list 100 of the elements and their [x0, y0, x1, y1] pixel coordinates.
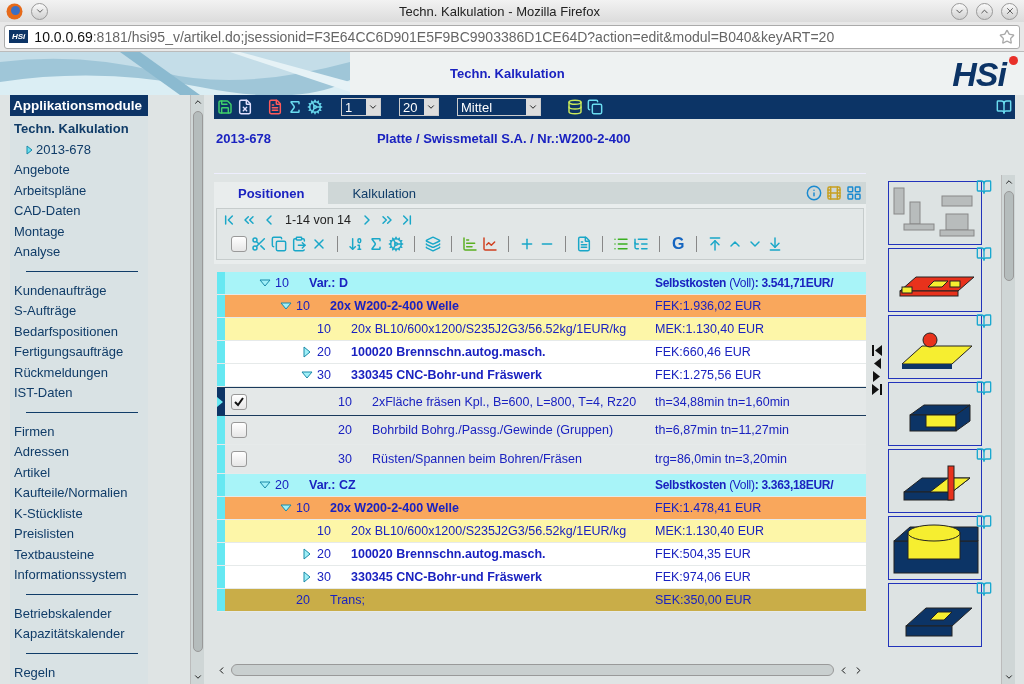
first-icon[interactable]	[871, 344, 882, 356]
scrollbar-thumb[interactable]	[1003, 191, 1014, 281]
add-icon[interactable]	[519, 236, 535, 252]
book-icon[interactable]	[975, 246, 992, 262]
part-thumbnail[interactable]	[887, 583, 982, 647]
caret-down-icon[interactable]	[1003, 672, 1014, 682]
book-icon[interactable]	[975, 447, 992, 463]
dropdown[interactable]: 1	[341, 98, 381, 116]
maximize-button[interactable]	[976, 2, 993, 20]
sidebar-item[interactable]: S-Aufträge	[10, 301, 148, 322]
book-icon[interactable]	[975, 313, 992, 329]
sidebar-item[interactable]: Kundenaufträge	[10, 280, 148, 301]
gears-icon[interactable]	[307, 99, 323, 115]
info-icon[interactable]	[805, 185, 822, 201]
variant-row[interactable]: 10 Var.: D Selbstkosten (Voll): 3.541,71EUR/	[217, 272, 866, 295]
grid-icon[interactable]	[845, 185, 862, 201]
expanded-triangle-icon[interactable]	[259, 277, 271, 289]
sidebar-item[interactable]: Kaufteile/Normalien	[10, 483, 148, 504]
save-icon[interactable]	[217, 99, 233, 115]
operation-row[interactable]: 20 100020 Brennschn.autog.masch. FEK:660,46 EUR	[217, 341, 866, 364]
sum-icon[interactable]	[287, 99, 303, 115]
next-icon[interactable]	[871, 370, 882, 382]
operation-step-row[interactable]: 30 Rüsten/Spannen beim Bohren/Fräsen trg=86,0min tn=3,20min	[217, 445, 866, 474]
operation-row[interactable]: 30 330345 CNC-Bohr-und Fräswerk FEK:974,06 EUR	[217, 566, 866, 589]
sidebar-item[interactable]: Bedarfspositionen	[10, 321, 148, 342]
collapsed-triangle-icon[interactable]	[301, 346, 313, 358]
part-thumbnail[interactable]	[887, 449, 982, 513]
cut-icon[interactable]	[251, 236, 267, 252]
sidebar-item[interactable]: Arbeitspläne	[10, 180, 148, 201]
select-all-checkbox[interactable]	[231, 236, 247, 252]
sidebar-item[interactable]: IST-Daten	[10, 383, 148, 404]
part-thumbnail[interactable]	[887, 181, 982, 245]
sidebar-item[interactable]: CAD-Daten	[10, 201, 148, 222]
copy-icon[interactable]	[587, 99, 603, 115]
dropdown[interactable]: 20	[399, 98, 439, 116]
sidebar-item[interactable]: Textbausteine	[10, 544, 148, 565]
collapsed-triangle-icon[interactable]	[301, 548, 313, 560]
sidebar-item[interactable]: Fertigungsaufträge	[10, 342, 148, 363]
sidebar-item[interactable]: Firmen	[10, 421, 148, 442]
address-field[interactable]: HSi 10.0.0.69:8181/hsi95_v/artikel.do;jsessionid=F3E64CC6D901E5F9BC9903386D1CE64D?action=edit&modul=B040&keyART=20	[4, 24, 1020, 49]
g-button[interactable]: G	[670, 235, 687, 253]
expanded-triangle-icon[interactable]	[301, 369, 313, 381]
pdf-icon[interactable]	[267, 99, 283, 115]
operation-step-row[interactable]: 20 Bohrbild Bohrg./Passg./Gewinde (Gruppen) th=6,87min tn=11,27min	[217, 416, 866, 445]
sidebar-item[interactable]: Adressen	[10, 442, 148, 463]
delete-icon[interactable]	[311, 236, 327, 252]
variant-row[interactable]: 20 Var.: CZ Selbstkosten (Voll): 3.363,18EUR/	[217, 474, 866, 497]
expanded-triangle-icon[interactable]	[280, 300, 292, 312]
sidebar-item[interactable]: Preislisten	[10, 524, 148, 545]
operation-row[interactable]: 30 330345 CNC-Bohr-und Fräswerk FEK:1.275,56 EUR	[217, 364, 866, 387]
sidebar-item[interactable]: Kapazitätskalender	[10, 624, 148, 645]
dropdown[interactable]: Mittel	[457, 98, 541, 116]
sidebar-item[interactable]: Betriebskalender	[10, 603, 148, 624]
scrollbar-thumb[interactable]	[231, 664, 834, 676]
tree-list-icon[interactable]	[633, 236, 649, 252]
row-checkbox[interactable]	[231, 393, 247, 410]
sidebar-subitem[interactable]: 2013-678	[10, 139, 148, 160]
line-chart-icon[interactable]	[482, 236, 498, 252]
trans-row[interactable]: 20 Trans; SEK:350,00 EUR	[217, 589, 866, 612]
document-icon[interactable]	[576, 236, 592, 252]
sidebar-scrollbar[interactable]	[190, 95, 204, 684]
row-checkbox[interactable]	[231, 451, 247, 467]
close-button[interactable]	[1001, 2, 1018, 20]
database-icon[interactable]	[567, 99, 583, 115]
tab[interactable]: Positionen	[214, 182, 329, 204]
article-row[interactable]: 10 20x W200-2-400 Welle FEK:1.478,41 EUR	[217, 497, 866, 520]
delete-file-icon[interactable]	[237, 99, 253, 115]
sidebar-item[interactable]: K-Stückliste	[10, 503, 148, 524]
last-icon[interactable]	[871, 383, 882, 395]
part-thumbnail[interactable]	[887, 315, 982, 379]
sort-icon[interactable]	[348, 236, 364, 252]
part-thumbnail[interactable]	[887, 516, 982, 580]
sidebar-item[interactable]: Angebote	[10, 160, 148, 181]
sidebar-item[interactable]: Techn. Kalkulation	[10, 119, 148, 140]
bar-chart-icon[interactable]	[462, 236, 478, 252]
caret-down-icon[interactable]	[192, 672, 203, 682]
scrollbar-thumb[interactable]	[192, 111, 203, 652]
expanded-triangle-icon[interactable]	[259, 479, 271, 491]
previous-icon[interactable]	[871, 357, 882, 369]
film-icon[interactable]	[825, 185, 842, 201]
sidebar-item[interactable]: Artikel	[10, 462, 148, 483]
book-icon[interactable]	[996, 99, 1012, 115]
book-icon[interactable]	[975, 179, 992, 195]
article-row[interactable]: 10 20x W200-2-400 Welle FEK:1.936,02 EUR	[217, 295, 866, 318]
row-checkbox[interactable]	[231, 422, 247, 438]
paste-icon[interactable]	[291, 236, 307, 252]
operation-row[interactable]: 20 100020 Brennschn.autog.masch. FEK:504,35 EUR	[217, 543, 866, 566]
caret-up-icon[interactable]	[1003, 177, 1014, 187]
part-thumbnail[interactable]	[887, 248, 982, 312]
book-icon[interactable]	[975, 581, 992, 597]
sidebar-item[interactable]: Montage	[10, 221, 148, 242]
sidebar-item[interactable]: Rückmeldungen	[10, 362, 148, 383]
list-icon[interactable]	[613, 236, 629, 252]
collapsed-triangle-icon[interactable]	[301, 571, 313, 583]
minimize-button[interactable]	[951, 2, 968, 20]
sidebar-item[interactable]: Analyse	[10, 242, 148, 263]
part-thumbnail[interactable]	[887, 382, 982, 446]
thumbnail-scrollbar[interactable]	[1001, 175, 1015, 684]
expanded-triangle-icon[interactable]	[280, 502, 292, 514]
sidebar-item[interactable]: Informationssystem	[10, 565, 148, 586]
